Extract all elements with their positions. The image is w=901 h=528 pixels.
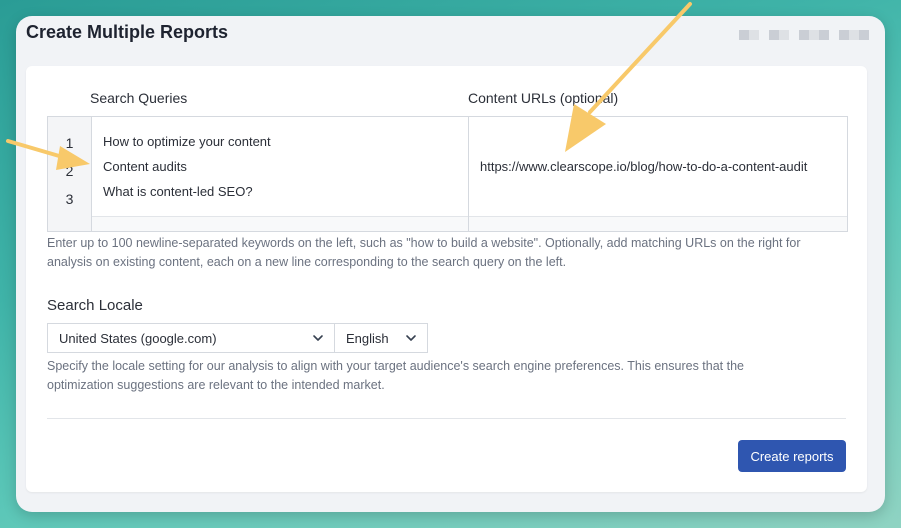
bulk-editor: 1 2 3 How to optimize your content Conte… [47, 116, 848, 232]
query-line: How to optimize your content [103, 134, 271, 149]
textarea-footer [469, 216, 847, 231]
line-number-gutter: 1 2 3 [48, 117, 92, 231]
language-select-value: English [346, 330, 389, 346]
query-line: What is content-led SEO? [103, 184, 253, 199]
page-title: Create Multiple Reports [26, 22, 229, 42]
search-locale-label: Search Locale [47, 297, 143, 314]
country-select[interactable]: United States (google.com) [47, 323, 335, 353]
country-select-value: United States (google.com) [59, 330, 217, 346]
content-urls-label: Content URLs (optional) [468, 90, 619, 106]
create-reports-button[interactable]: Create reports [738, 440, 846, 472]
query-line: Content audits [103, 159, 187, 174]
report-form: Search Queries Content URLs (optional) 1… [26, 66, 867, 492]
editor-help-text: Enter up to 100 newline-separated keywor… [47, 236, 801, 269]
redacted-controls [739, 30, 869, 40]
line-number: 1 [65, 135, 74, 151]
search-queries-textarea[interactable]: How to optimize your content Content aud… [92, 117, 469, 231]
chevron-down-icon [313, 335, 323, 341]
textarea-footer [92, 216, 468, 231]
section-divider [47, 418, 846, 419]
language-select[interactable]: English [334, 323, 428, 353]
content-urls-textarea[interactable]: https://www.clearscope.io/blog/how-to-do… [469, 117, 847, 231]
chevron-down-icon [406, 335, 416, 341]
locale-help-text: Specify the locale setting for our analy… [47, 359, 744, 392]
line-number: 2 [65, 163, 74, 179]
line-number: 3 [65, 191, 74, 207]
url-line: https://www.clearscope.io/blog/how-to-do… [480, 159, 808, 174]
create-reports-card: Create Multiple Reports Search Queries C… [16, 16, 885, 512]
search-queries-label: Search Queries [90, 90, 188, 106]
